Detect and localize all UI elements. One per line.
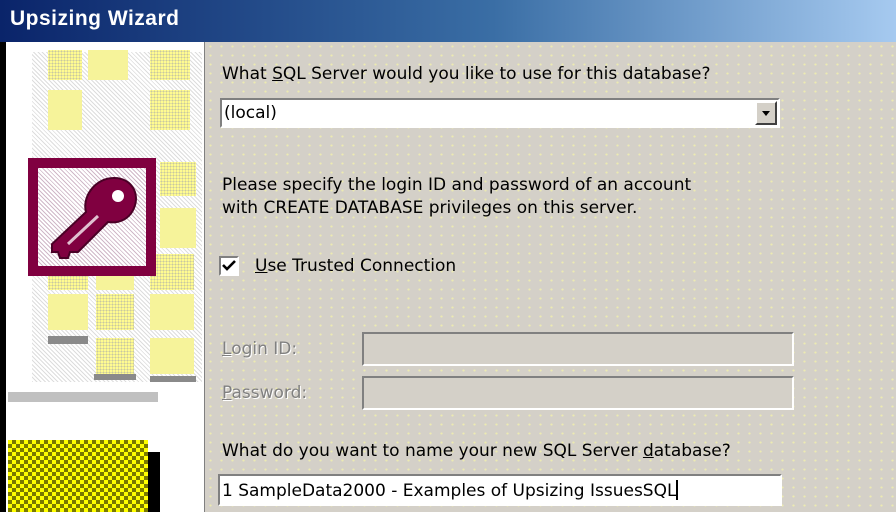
side-art-edge — [0, 42, 6, 512]
trusted-connection-checkbox[interactable] — [219, 256, 239, 276]
side-art-block — [160, 208, 196, 248]
login-info-line2: with CREATE DATABASE privileges on this … — [222, 198, 638, 218]
login-info-line1: Please specify the login ID and password… — [222, 175, 692, 195]
server-dropdown-button[interactable] — [755, 101, 777, 125]
trusted-connection-label[interactable]: Use Trusted Connection — [255, 256, 456, 276]
wizard-side-art — [0, 42, 205, 512]
chevron-down-icon — [762, 111, 770, 116]
access-key-icon — [28, 158, 156, 276]
side-art-shadow — [8, 392, 158, 402]
database-cylinder-shadow — [148, 452, 160, 512]
side-art-shadow — [150, 376, 196, 382]
side-art-shadow — [94, 374, 136, 380]
side-art-block — [150, 50, 190, 80]
side-art-block — [96, 338, 134, 374]
database-name-value: 1 SampleData2000 - Examples of Upsizing … — [222, 481, 677, 501]
side-art-block — [96, 294, 134, 330]
side-art-shadow — [48, 336, 88, 344]
text-caret — [676, 480, 679, 500]
checkmark-icon — [222, 260, 236, 271]
key-glyph — [51, 176, 137, 259]
side-art-block — [150, 338, 194, 374]
server-select-value: (local) — [224, 103, 277, 123]
side-art-block — [48, 50, 82, 80]
database-name-prompt: What do you want to name your new SQL Se… — [222, 441, 731, 461]
side-art-block — [88, 50, 128, 80]
login-id-input[interactable] — [362, 332, 794, 366]
server-prompt: What SQL Server would you like to use fo… — [222, 64, 711, 84]
password-label: Password: — [222, 383, 308, 403]
password-input[interactable] — [362, 376, 794, 410]
server-select[interactable]: (local) — [220, 98, 780, 128]
window-title: Upsizing Wizard — [10, 7, 180, 30]
side-art-block — [48, 90, 82, 130]
title-bar[interactable]: Upsizing Wizard — [0, 0, 896, 42]
side-art-block — [150, 294, 194, 330]
side-art-block — [150, 90, 190, 130]
login-id-label: Login ID: — [222, 339, 298, 359]
side-art-block — [150, 254, 194, 290]
side-art-block — [160, 162, 196, 196]
database-cylinder-icon — [8, 440, 148, 512]
database-name-input[interactable]: 1 SampleData2000 - Examples of Upsizing … — [218, 474, 782, 506]
side-art-block — [48, 294, 88, 330]
